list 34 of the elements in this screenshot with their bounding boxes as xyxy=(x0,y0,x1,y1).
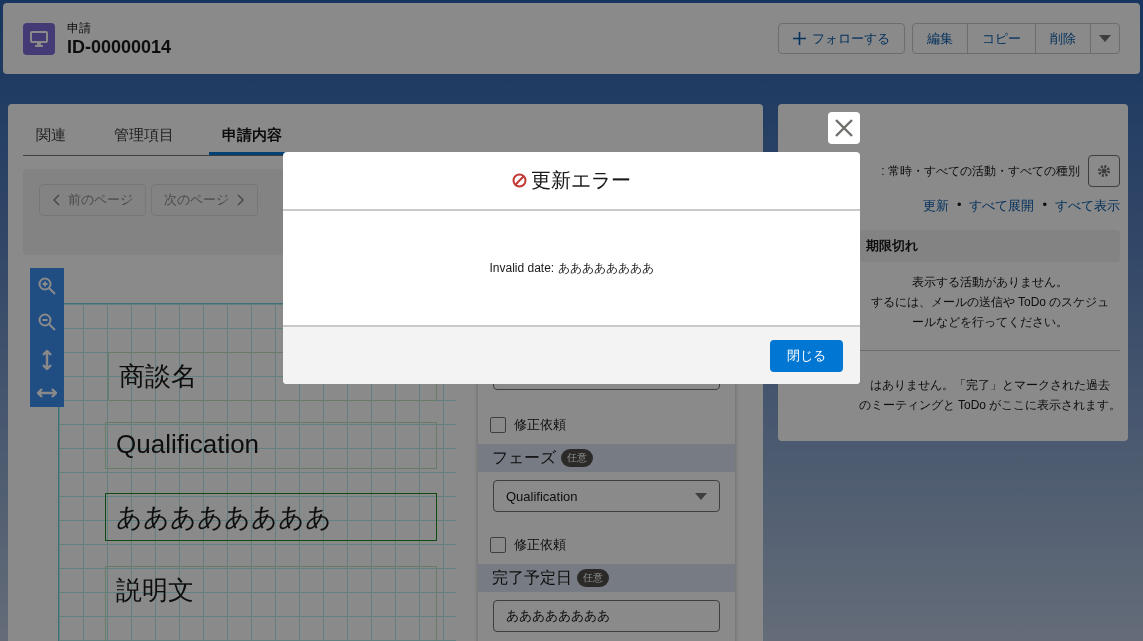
dialog-title: 更新エラー xyxy=(531,168,631,193)
filter-text: : 常時・すべての活動・すべての種別 xyxy=(881,162,1080,180)
separator-dot: • xyxy=(956,197,962,214)
section-bar: 期限切れ xyxy=(860,230,1120,262)
error-message: Invalid date: ああああああああ xyxy=(489,259,654,277)
action-button[interactable]: 削除 xyxy=(1035,23,1091,54)
optional-badge: 任意 xyxy=(561,449,593,467)
action-button[interactable]: コピー xyxy=(967,23,1036,54)
section-header: 完了予定日 任意 xyxy=(478,564,735,592)
close-dialog-button[interactable]: 閉じる xyxy=(770,339,843,372)
action-button[interactable]: 編集 xyxy=(912,23,968,54)
text-field[interactable]: ああああああああ xyxy=(493,600,720,632)
object-label: 申請 xyxy=(67,19,92,37)
text-box[interactable]: ああああああああ xyxy=(105,493,437,541)
separator-dot: • xyxy=(1042,197,1047,214)
section-header: フェーズ 任意 xyxy=(478,444,735,472)
empty-message: 表示する活動がありません。 xyxy=(912,274,1068,291)
link[interactable]: すべて展開 xyxy=(969,197,1035,215)
link[interactable]: 更新 xyxy=(922,197,949,215)
text-box[interactable]: 説明文 xyxy=(105,566,437,641)
past-activity-message: はありません。「完了」とマークされた過去 xyxy=(870,377,1110,394)
tab[interactable]: 管理項目 xyxy=(101,118,187,155)
past-activity-message: のミーティングと ToDo がここに表示されます。 xyxy=(858,397,1122,414)
optional-badge: 任意 xyxy=(577,569,609,587)
tab[interactable]: 関連 xyxy=(23,118,79,155)
follow-button[interactable]: フォローする xyxy=(778,23,905,54)
empty-message: ールなどを行ってください。 xyxy=(912,314,1068,331)
checkbox-label: 修正依頼 xyxy=(514,536,566,554)
checkbox-label: 修正依頼 xyxy=(514,416,566,434)
empty-message: するには、メールの送信や ToDo のスケジュ xyxy=(870,294,1110,311)
link[interactable]: すべて表示 xyxy=(1055,197,1120,215)
record-title: ID-00000014 xyxy=(67,36,172,58)
select-field[interactable]: Qualification xyxy=(493,480,720,512)
text-box[interactable]: Qualification xyxy=(105,422,437,469)
